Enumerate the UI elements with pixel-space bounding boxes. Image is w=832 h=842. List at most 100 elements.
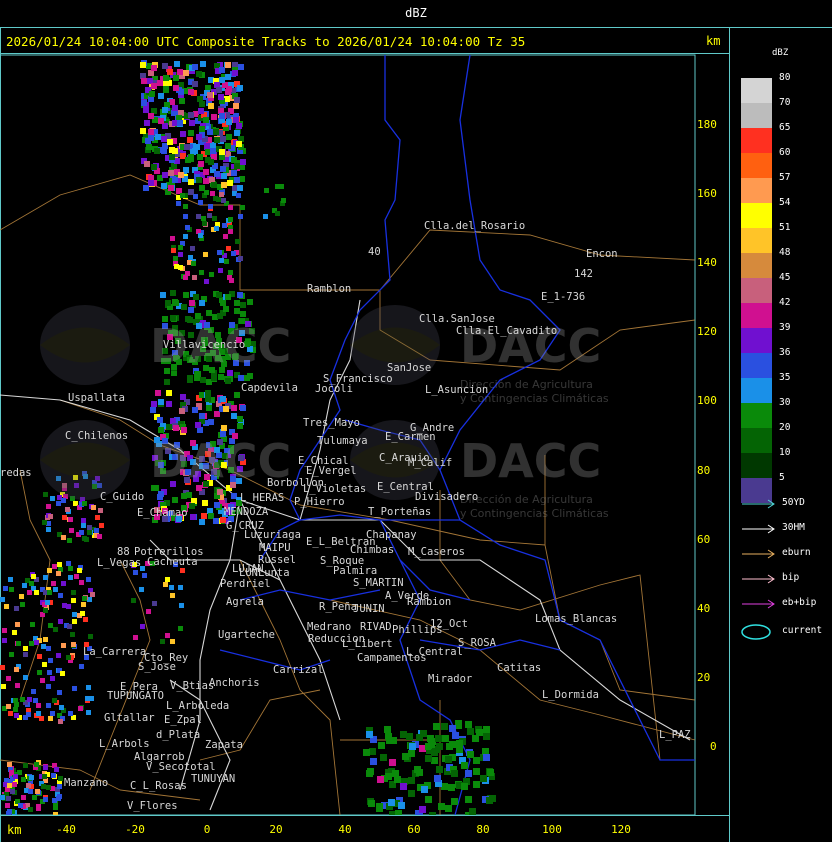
echo-cell — [219, 67, 225, 73]
place-label: E_Vergel — [306, 465, 357, 477]
echo-cell — [367, 768, 374, 775]
legend-arrow-eb+bip-icon — [742, 599, 775, 609]
echo-cell — [238, 214, 243, 219]
place-label: C_Chilenos — [65, 430, 129, 442]
echo-cell — [197, 96, 203, 102]
echo-cell — [208, 103, 214, 109]
echo-cell — [178, 626, 183, 631]
echo-cell — [40, 678, 45, 683]
echo-cell — [9, 770, 14, 775]
echo-cell — [140, 128, 146, 134]
echo-cell — [235, 239, 240, 244]
echo-cell — [229, 278, 234, 283]
echo-cell — [196, 177, 202, 183]
echo-cell — [226, 86, 232, 92]
echo-cell — [198, 161, 204, 167]
echo-cell — [173, 75, 179, 81]
echo-cell — [196, 134, 202, 140]
echo-cell — [207, 213, 212, 218]
echo-cell — [483, 754, 490, 761]
place-label: Capdevila — [241, 382, 298, 394]
echo-cell — [41, 644, 46, 649]
legend-swatch-48 — [741, 253, 772, 278]
echo-cell — [402, 753, 409, 760]
echo-cell — [172, 177, 178, 183]
legend-label-10: 10 — [779, 447, 791, 458]
echo-cell — [74, 574, 79, 579]
echo-cell — [183, 214, 188, 219]
echo-cell — [431, 757, 438, 764]
place-label: Anchoris — [209, 677, 260, 689]
echo-cell — [173, 85, 179, 91]
legend-swatch-51 — [741, 228, 772, 253]
echo-cell — [406, 733, 413, 740]
echo-cell — [86, 577, 91, 582]
echo-cell — [81, 602, 86, 607]
place-label: V_Flores — [127, 800, 178, 812]
place-label: redas — [0, 467, 32, 479]
echo-cell — [154, 148, 160, 154]
echo-cell — [449, 725, 456, 732]
echo-cell — [18, 803, 23, 808]
echo-cell — [183, 234, 188, 239]
echo-cell — [48, 716, 53, 721]
echo-cell — [380, 754, 387, 761]
echo-cell — [216, 87, 222, 93]
echo-cell — [80, 611, 85, 616]
echo-cell — [67, 538, 72, 543]
legend-swatch-36 — [741, 353, 772, 378]
echo-cell — [43, 637, 48, 642]
echo-cell — [66, 655, 71, 660]
y-tick-120: 120 — [697, 325, 717, 338]
echo-cell — [231, 251, 236, 256]
echo-cell — [198, 200, 203, 205]
echo-cell — [47, 670, 52, 675]
echo-cell — [416, 734, 423, 741]
echo-cell — [476, 729, 483, 736]
echo-cell — [79, 664, 84, 669]
echo-cell — [161, 183, 167, 189]
echo-cell — [370, 758, 377, 765]
echo-cell — [180, 568, 185, 573]
echo-cell — [204, 190, 209, 195]
echo-cell — [408, 750, 415, 757]
echo-cell — [376, 803, 383, 810]
place-label: Luzuriaga — [244, 529, 301, 541]
echo-cell — [213, 129, 219, 135]
echo-cell — [163, 86, 169, 92]
echo-cell — [144, 120, 150, 126]
place-label: E_Zpal — [164, 714, 202, 726]
echo-cell — [2, 638, 7, 643]
echo-cell — [452, 732, 459, 739]
place-label: Encon — [586, 248, 618, 260]
echo-cell — [211, 182, 217, 188]
echo-cell — [200, 61, 206, 67]
echo-cell — [263, 214, 268, 219]
echo-cell — [456, 740, 463, 747]
echo-cell — [225, 143, 231, 149]
echo-cell — [16, 641, 21, 646]
echo-cell — [425, 796, 432, 803]
echo-cell — [196, 71, 202, 77]
echo-cell — [146, 609, 151, 614]
echo-cell — [79, 580, 84, 585]
echo-cell — [389, 811, 396, 815]
legend-swatch-54 — [741, 203, 772, 228]
y-tick-0: 0 — [710, 740, 717, 753]
echo-cell — [211, 114, 217, 120]
echo-cell — [160, 639, 165, 644]
legend-label-20: 20 — [779, 422, 791, 433]
echo-cell — [22, 583, 27, 588]
echo-cell — [173, 256, 178, 261]
legend-track-bip: bip — [782, 572, 800, 583]
echo-cell — [224, 259, 229, 264]
place-label: TUPUNGATO — [107, 690, 164, 702]
echo-cell — [225, 74, 231, 80]
place-label: 40 — [368, 246, 381, 258]
echo-cell — [433, 723, 440, 730]
y-tick-180: 180 — [697, 118, 717, 131]
place-label: E_1-736 — [541, 291, 586, 303]
place-label: Agrela — [226, 596, 264, 608]
echo-cell — [140, 62, 146, 68]
echo-cell — [385, 733, 392, 740]
